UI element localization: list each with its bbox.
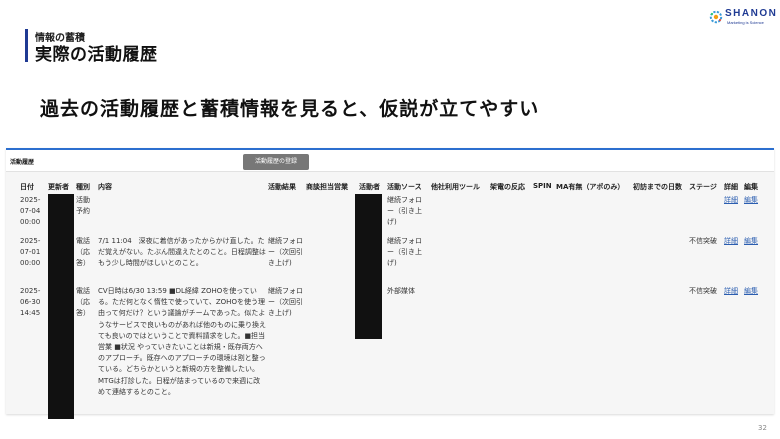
column-header-date[interactable]: 日付	[20, 182, 34, 192]
row-content: CV日時は6/30 13:59 ■DL経緯 ZOHOを使っている。ただ何となく惰…	[98, 287, 266, 396]
row-date: 2025-06-30 14:45	[20, 287, 41, 318]
edit-link[interactable]: 編集	[744, 195, 758, 205]
register-activity-button[interactable]: 活動履歴の登録	[243, 154, 309, 170]
redacted-actor-column	[355, 194, 382, 339]
panel-header: 活動履歴 活動履歴の登録	[6, 150, 774, 172]
column-header-call-reaction[interactable]: 架電の反応	[490, 182, 525, 192]
column-header-stage[interactable]: ステージ	[689, 182, 717, 192]
row-result: 継続フォロー（次回引き上げ)	[268, 287, 303, 318]
row-type: 活動予約	[76, 196, 90, 216]
row-type: 電話（応答）	[76, 237, 90, 268]
row-result: 継続フォロー（次回引き上げ)	[268, 237, 303, 268]
detail-link[interactable]: 詳細	[724, 195, 738, 205]
column-header-ma[interactable]: MA有無（アポのみ）	[556, 182, 624, 192]
column-header-competitor-tools[interactable]: 他社利用ツール	[431, 182, 480, 192]
column-header-type[interactable]: 種別	[76, 182, 90, 192]
column-header-detail[interactable]: 詳細	[724, 182, 738, 192]
gear-logo-icon	[709, 10, 723, 24]
redacted-updater-column	[48, 194, 74, 419]
column-header-result[interactable]: 活動結果	[268, 182, 296, 192]
row-date: 2025-07-01 00:00	[20, 237, 41, 268]
row-source: 継続フォロー（引き上げ)	[387, 196, 422, 227]
column-header-content[interactable]: 内容	[98, 182, 112, 192]
column-header-spin[interactable]: SPIN	[533, 182, 552, 190]
page-number: 32	[758, 424, 767, 432]
column-header-sales-rep[interactable]: 商談担当営業	[306, 182, 348, 192]
shanon-logo: SHANON Marketing is Science	[708, 8, 776, 28]
panel-title: 活動履歴	[10, 159, 35, 166]
column-header-days-to-visit[interactable]: 初訪までの日数	[633, 182, 682, 192]
row-date: 2025-07-04 00:00	[20, 196, 41, 227]
logo-wordmark: SHANON	[725, 8, 778, 19]
title-accent-bar	[25, 29, 28, 62]
row-source: 継続フォロー（引き上げ)	[387, 237, 422, 268]
row-stage: 不信突破	[689, 287, 717, 295]
headline: 過去の活動履歴と蓄積情報を見ると、仮説が立てやすい	[40, 98, 540, 120]
column-header-actor[interactable]: 活動者	[359, 182, 380, 192]
detail-link[interactable]: 詳細	[724, 286, 738, 296]
logo-tagline: Marketing is Science	[727, 20, 764, 25]
column-header-edit[interactable]: 編集	[744, 182, 758, 192]
detail-link[interactable]: 詳細	[724, 236, 738, 246]
row-type: 電話（応答）	[76, 287, 90, 318]
column-header-source[interactable]: 活動ソース	[387, 182, 422, 192]
activity-history-panel: 活動履歴 活動履歴の登録 日付 更新者 種別 内容 活動結果 商談担当営業 活動…	[6, 148, 774, 419]
edit-link[interactable]: 編集	[744, 236, 758, 246]
column-header-updater[interactable]: 更新者	[48, 182, 69, 192]
row-content: 7/1 11:04 深夜に着信があったからかけ直した。ただ覚えがない。たぶん間違…	[98, 237, 266, 268]
row-stage: 不信突破	[689, 237, 717, 245]
page-title: 実際の活動履歴	[35, 45, 158, 65]
edit-link[interactable]: 編集	[744, 286, 758, 296]
row-source: 外部媒体	[387, 287, 415, 295]
